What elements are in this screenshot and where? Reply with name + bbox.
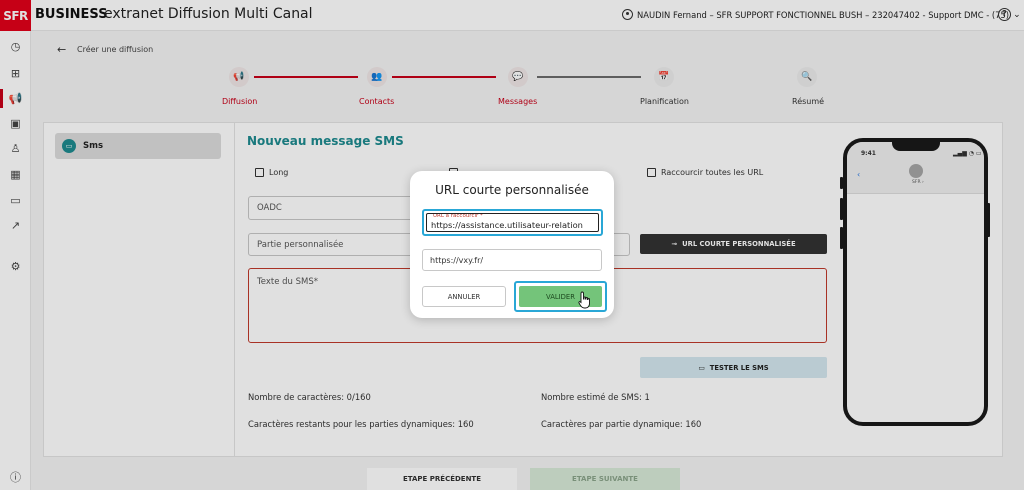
- dialog-title: URL courte personnalisée: [435, 183, 589, 197]
- short-url-value: https://vxy.fr/: [430, 256, 484, 265]
- short-url-input[interactable]: https://vxy.fr/: [422, 249, 602, 271]
- hand-cursor-icon: [578, 291, 590, 309]
- url-to-shorten-input[interactable]: URL à raccourcir * https://assistance.ut…: [426, 213, 599, 232]
- url-to-shorten-field[interactable]: URL à raccourcir * https://assistance.ut…: [422, 209, 603, 236]
- url-field-value: https://assistance.utilisateur-relation: [431, 220, 583, 230]
- cancel-button[interactable]: ANNULER: [422, 286, 506, 307]
- url-field-label: URL à raccourcir *: [433, 213, 483, 219]
- validate-button-focus[interactable]: VALIDER: [514, 281, 607, 312]
